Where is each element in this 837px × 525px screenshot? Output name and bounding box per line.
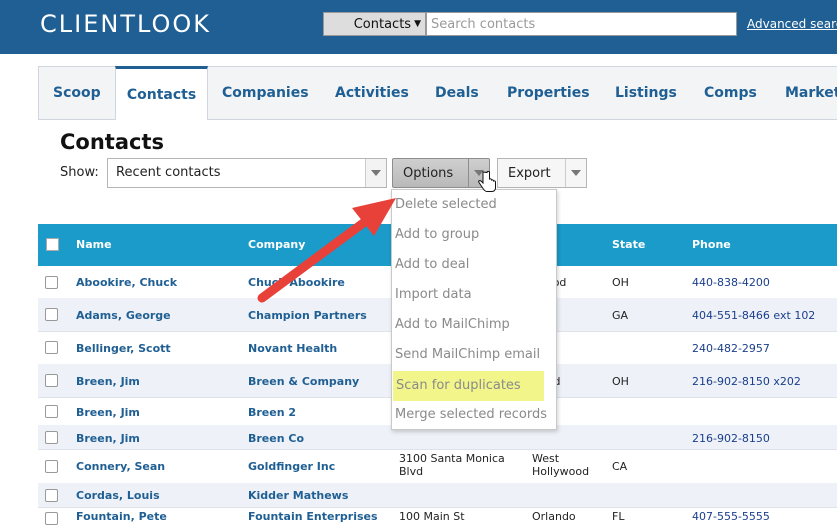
options-dropdown-menu: Delete selected Add to group Add to deal…: [391, 189, 557, 430]
menu-item-import-data[interactable]: Import data: [392, 280, 556, 310]
phone-link[interactable]: 407-555-5555: [692, 510, 770, 523]
contact-name[interactable]: Connery, Sean: [76, 460, 165, 473]
options-button-label: Options: [403, 166, 454, 181]
phone-link[interactable]: 216-902-8150 x202: [692, 375, 801, 388]
company-name[interactable]: Breen Co: [248, 432, 304, 445]
contact-name[interactable]: Fountain, Pete: [76, 510, 167, 523]
row-checkbox[interactable]: [45, 308, 58, 321]
main-nav-tabs: Scoop Contacts Companies Activities Deal…: [38, 66, 837, 120]
advanced-search-link[interactable]: Advanced search: [747, 17, 837, 31]
header-company[interactable]: Company: [248, 238, 305, 251]
show-label: Show:: [60, 165, 99, 180]
phone-link[interactable]: 404-551-8466 ext 102: [692, 309, 815, 322]
chevron-down-icon: [371, 170, 381, 176]
menu-item-add-to-deal[interactable]: Add to deal: [392, 250, 556, 280]
city: West Hollywood: [532, 452, 590, 478]
tab-deals[interactable]: Deals: [435, 67, 479, 119]
phone-link[interactable]: 216-902-8150: [692, 432, 770, 445]
tab-contacts[interactable]: Contacts: [115, 66, 208, 120]
company-name[interactable]: Chuck Abookire: [248, 276, 345, 289]
show-select-value: Recent contacts: [116, 165, 221, 180]
contact-name[interactable]: Breen, Jim: [76, 432, 140, 445]
tab-properties[interactable]: Properties: [507, 67, 590, 119]
row-checkbox[interactable]: [45, 431, 58, 444]
options-button[interactable]: Options: [392, 158, 490, 188]
address: 100 Main St: [399, 510, 465, 523]
phone-link[interactable]: 240-482-2957: [692, 342, 770, 355]
contact-name[interactable]: Cordas, Louis: [76, 489, 160, 502]
row-checkbox[interactable]: [45, 489, 58, 502]
state: FL: [612, 510, 625, 523]
menu-item-delete-selected[interactable]: Delete selected: [392, 190, 556, 220]
chevron-down-icon: [571, 170, 581, 176]
export-button-label: Export: [508, 166, 551, 181]
row-checkbox[interactable]: [45, 460, 58, 473]
state: OH: [612, 276, 629, 289]
company-name[interactable]: Champion Partners: [248, 309, 367, 322]
contact-name[interactable]: Adams, George: [76, 309, 171, 322]
app-logo[interactable]: CLIENTLOOK: [40, 10, 211, 38]
table-row[interactable]: Fountain, Pete Fountain Enterprises 100 …: [38, 507, 837, 525]
options-dropdown-toggle[interactable]: [468, 159, 489, 187]
show-select[interactable]: Recent contacts: [107, 158, 387, 188]
header-name[interactable]: Name: [76, 238, 112, 251]
contact-name[interactable]: Breen, Jim: [76, 406, 140, 419]
state: OH: [612, 375, 629, 388]
row-checkbox[interactable]: [45, 374, 58, 387]
company-name[interactable]: Novant Health: [248, 342, 337, 355]
tab-activities[interactable]: Activities: [335, 67, 409, 119]
dropdown-toggle[interactable]: [365, 159, 386, 187]
tab-listings[interactable]: Listings: [615, 67, 677, 119]
company-name[interactable]: Breen & Company: [248, 375, 359, 388]
row-checkbox[interactable]: [45, 341, 58, 354]
menu-item-add-to-group[interactable]: Add to group: [392, 220, 556, 250]
tab-comps[interactable]: Comps: [704, 67, 757, 119]
chevron-down-icon: ▼: [414, 19, 421, 29]
company-name[interactable]: Breen 2: [248, 406, 296, 419]
export-button[interactable]: Export: [497, 158, 587, 188]
table-row[interactable]: Connery, Sean Goldfinger Inc 3100 Santa …: [38, 449, 837, 484]
page-title: Contacts: [60, 130, 164, 154]
phone-link[interactable]: 440-838-4200: [692, 276, 770, 289]
contact-name[interactable]: Breen, Jim: [76, 375, 140, 388]
select-all-checkbox[interactable]: [46, 238, 59, 251]
search-type-select[interactable]: Contacts ▼: [323, 12, 426, 36]
contact-name[interactable]: Bellinger, Scott: [76, 342, 171, 355]
table-row[interactable]: Cordas, Louis Kidder Mathews: [38, 483, 837, 508]
menu-item-send-mailchimp-email[interactable]: Send MailChimp email: [392, 340, 556, 370]
row-checkbox[interactable]: [45, 405, 58, 418]
row-checkbox[interactable]: [45, 512, 58, 525]
search-type-value: Contacts: [353, 16, 412, 32]
company-name[interactable]: Kidder Mathews: [248, 489, 348, 502]
company-name[interactable]: Fountain Enterprises: [248, 510, 378, 523]
company-name[interactable]: Goldfinger Inc: [248, 460, 335, 473]
address: 3100 Santa Monica Blvd: [399, 452, 505, 478]
chevron-down-icon: [474, 170, 484, 176]
tab-market[interactable]: Market: [785, 67, 837, 119]
top-bar: CLIENTLOOK Contacts ▼ Advanced search: [0, 0, 837, 54]
search-input[interactable]: [426, 12, 737, 36]
header-phone[interactable]: Phone: [692, 238, 731, 251]
contact-name[interactable]: Abookire, Chuck: [76, 276, 177, 289]
export-dropdown-toggle[interactable]: [565, 159, 586, 187]
header-state[interactable]: State: [612, 238, 645, 251]
row-checkbox[interactable]: [45, 276, 58, 289]
tab-scoop[interactable]: Scoop: [53, 67, 101, 119]
menu-item-merge-selected-records[interactable]: Merge selected records: [392, 400, 556, 430]
state: GA: [612, 309, 629, 322]
menu-item-scan-for-duplicates[interactable]: Scan for duplicates: [393, 371, 544, 401]
menu-item-add-to-mailchimp[interactable]: Add to MailChimp: [392, 310, 556, 340]
tab-companies[interactable]: Companies: [222, 67, 309, 119]
city: Orlando: [532, 510, 576, 523]
state: CA: [612, 460, 628, 473]
